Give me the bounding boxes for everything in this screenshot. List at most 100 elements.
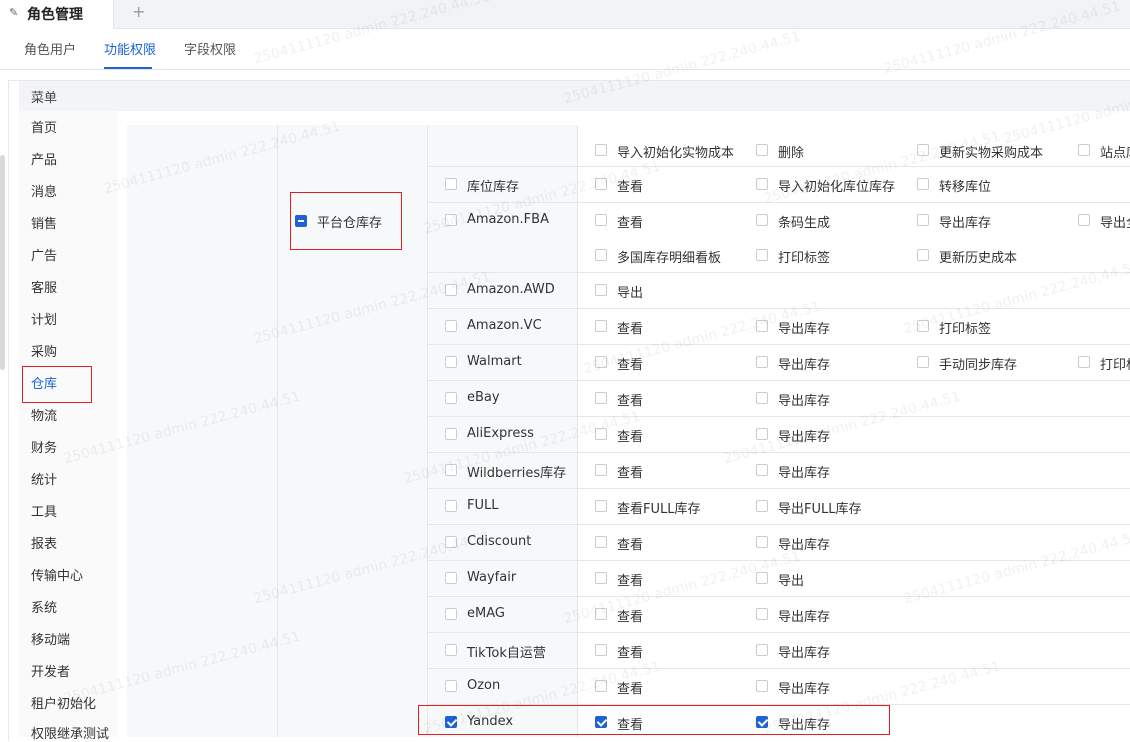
- row-divider: [427, 560, 1130, 561]
- permission-checkbox[interactable]: [595, 144, 607, 156]
- platform-checkbox[interactable]: [445, 428, 457, 440]
- permission-checkbox[interactable]: [595, 356, 607, 368]
- permission-checkbox[interactable]: [756, 392, 768, 404]
- permission-checkbox[interactable]: [917, 178, 929, 190]
- permission-checkbox[interactable]: [595, 536, 607, 548]
- permission-label: 查看: [617, 322, 644, 337]
- platform-checkbox[interactable]: [445, 500, 457, 512]
- permission-checkbox[interactable]: [595, 608, 607, 620]
- permission-label: 打印标: [1100, 358, 1130, 373]
- add-tab-icon[interactable]: +: [132, 2, 145, 21]
- permission-checkbox[interactable]: [756, 178, 768, 190]
- tab-function-permissions[interactable]: 功能权限: [104, 39, 156, 58]
- sidebar-scrollbar[interactable]: [0, 155, 5, 370]
- permission-checkbox[interactable]: [756, 608, 768, 620]
- permission-checkbox[interactable]: [756, 249, 768, 261]
- permission-label: 导出: [778, 574, 805, 589]
- permission-checkbox[interactable]: [917, 320, 929, 332]
- sidebar-item-finance[interactable]: 财务: [31, 437, 57, 456]
- tab-bar: ✎ 角色管理 +: [0, 0, 1130, 29]
- platform-checkbox[interactable]: [445, 680, 457, 692]
- sidebar-item-purchase[interactable]: 采购: [31, 341, 57, 360]
- platform-label: AliExpress: [467, 426, 534, 441]
- platform-checkbox[interactable]: [445, 214, 457, 226]
- permission-checkbox[interactable]: [595, 572, 607, 584]
- platform-checkbox[interactable]: [445, 356, 457, 368]
- permission-checkbox[interactable]: [595, 680, 607, 692]
- platform-label: FULL: [467, 498, 499, 513]
- platform-checkbox[interactable]: [445, 644, 457, 656]
- sidebar-item-developer[interactable]: 开发者: [31, 661, 70, 680]
- sidebar-item-transfer[interactable]: 传输中心: [31, 565, 83, 584]
- permission-checkbox[interactable]: [756, 214, 768, 226]
- platform-label: TikTok自运营: [467, 646, 546, 661]
- permission-checkbox[interactable]: [756, 320, 768, 332]
- permission-checkbox[interactable]: [917, 144, 929, 156]
- permission-checkbox[interactable]: [1078, 356, 1090, 368]
- permission-label: 查看: [617, 574, 644, 589]
- permission-checkbox[interactable]: [756, 428, 768, 440]
- permission-checkbox[interactable]: [595, 320, 607, 332]
- permission-checkbox[interactable]: [756, 356, 768, 368]
- permission-checkbox[interactable]: [917, 249, 929, 261]
- permission-checkbox[interactable]: [917, 214, 929, 226]
- permission-checkbox[interactable]: [595, 464, 607, 476]
- permission-checkbox[interactable]: [595, 284, 607, 296]
- permission-checkbox[interactable]: [595, 428, 607, 440]
- tab-role-users[interactable]: 角色用户: [24, 39, 76, 58]
- platform-checkbox[interactable]: [445, 320, 457, 332]
- permission-checkbox[interactable]: [917, 356, 929, 368]
- sidebar-item-sales[interactable]: 销售: [31, 213, 57, 232]
- permission-checkbox[interactable]: [595, 392, 607, 404]
- sidebar-item-product[interactable]: 产品: [31, 149, 57, 168]
- platform-label: Ozon: [467, 678, 501, 693]
- permission-checkbox[interactable]: [756, 464, 768, 476]
- sidebar-item-service[interactable]: 客服: [31, 277, 57, 296]
- platform-checkbox[interactable]: [445, 572, 457, 584]
- permission-checkbox[interactable]: [1078, 144, 1090, 156]
- permission-checkbox[interactable]: [756, 500, 768, 512]
- permission-checkbox[interactable]: [1078, 214, 1090, 226]
- permission-label: 导出库存: [939, 216, 992, 231]
- sidebar-item-inherit-test[interactable]: 权限继承测试: [31, 723, 109, 742]
- permission-checkbox[interactable]: [756, 644, 768, 656]
- permission-label: 转移库位: [939, 180, 992, 195]
- permission-label: 打印标签: [939, 322, 992, 337]
- permission-label: 导出库存: [778, 646, 831, 661]
- tab-field-permissions[interactable]: 字段权限: [184, 39, 236, 58]
- divider: [277, 125, 278, 737]
- sidebar-item-reports[interactable]: 报表: [31, 533, 57, 552]
- permission-checkbox[interactable]: [756, 680, 768, 692]
- sidebar-item-logistics[interactable]: 物流: [31, 405, 57, 424]
- permission-checkbox[interactable]: [756, 536, 768, 548]
- platform-checkbox[interactable]: [445, 284, 457, 296]
- platform-checkbox[interactable]: [445, 464, 457, 476]
- permission-tree: 导入初始化实物成本删除更新实物采购成本站点库库位库存查看导入初始化库位库存转移库…: [117, 111, 1130, 737]
- pin-icon[interactable]: ✎: [9, 6, 18, 19]
- permission-checkbox[interactable]: [756, 572, 768, 584]
- permission-checkbox[interactable]: [756, 144, 768, 156]
- platform-label: 库位库存: [467, 180, 520, 195]
- tab-role-management[interactable]: ✎ 角色管理: [0, 0, 114, 29]
- sidebar-item-home[interactable]: 首页: [31, 117, 57, 136]
- platform-checkbox[interactable]: [445, 608, 457, 620]
- sidebar-item-plan[interactable]: 计划: [31, 309, 57, 328]
- sidebar-item-ads[interactable]: 广告: [31, 245, 57, 264]
- sidebar-item-mobile[interactable]: 移动端: [31, 629, 70, 648]
- permission-label: 查看: [617, 216, 644, 231]
- divider: [427, 125, 428, 737]
- permission-checkbox[interactable]: [595, 214, 607, 226]
- sidebar-item-tools[interactable]: 工具: [31, 501, 57, 520]
- permission-checkbox[interactable]: [595, 500, 607, 512]
- permission-checkbox[interactable]: [595, 644, 607, 656]
- sidebar-item-system[interactable]: 系统: [31, 597, 57, 616]
- permission-checkbox[interactable]: [595, 249, 607, 261]
- platform-checkbox[interactable]: [445, 178, 457, 190]
- sidebar-item-message[interactable]: 消息: [31, 181, 57, 200]
- permission-checkbox[interactable]: [595, 178, 607, 190]
- sidebar-item-stats[interactable]: 统计: [31, 469, 57, 488]
- permission-label: 查看: [617, 538, 644, 553]
- platform-checkbox[interactable]: [445, 536, 457, 548]
- sidebar-item-tenant-init[interactable]: 租户初始化: [31, 693, 96, 712]
- platform-checkbox[interactable]: [445, 392, 457, 404]
